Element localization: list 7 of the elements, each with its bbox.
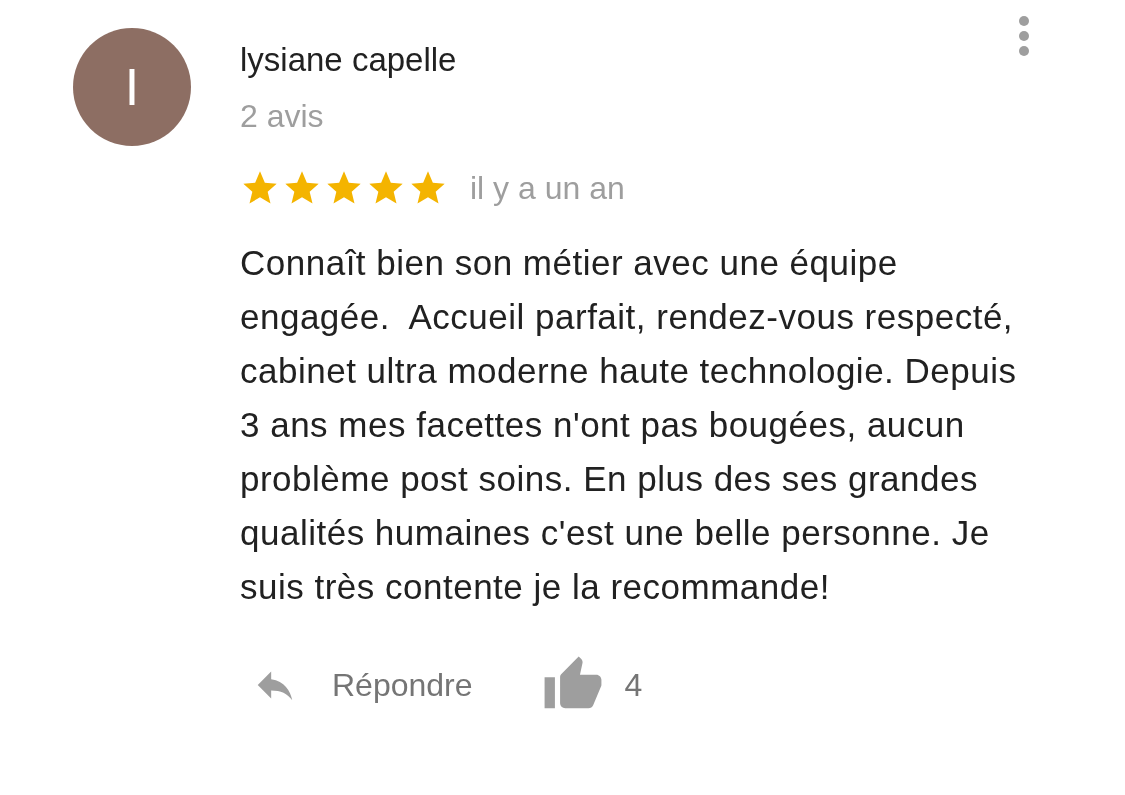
review-text: Connaît bien son métier avec une équipe engagée. Accueil parfait, rendez-vous respecté, cabinet ultra moderne haute technologie. Depuis 3 ans mes facettes n'ont pas bougées, aucun problème post soins. En plus des ses grandes qualités humaines c'est une belle personne. Je suis très contente je la recommande!	[240, 242, 1018, 608]
reply-button[interactable]: Répondre	[240, 661, 473, 709]
review-count: 2 avis	[240, 97, 325, 136]
like-count: 4	[624, 666, 643, 705]
user-avatar: I	[73, 28, 191, 146]
review-time: il y a un an	[470, 169, 625, 208]
author-name: lysiane capelle	[240, 40, 458, 80]
